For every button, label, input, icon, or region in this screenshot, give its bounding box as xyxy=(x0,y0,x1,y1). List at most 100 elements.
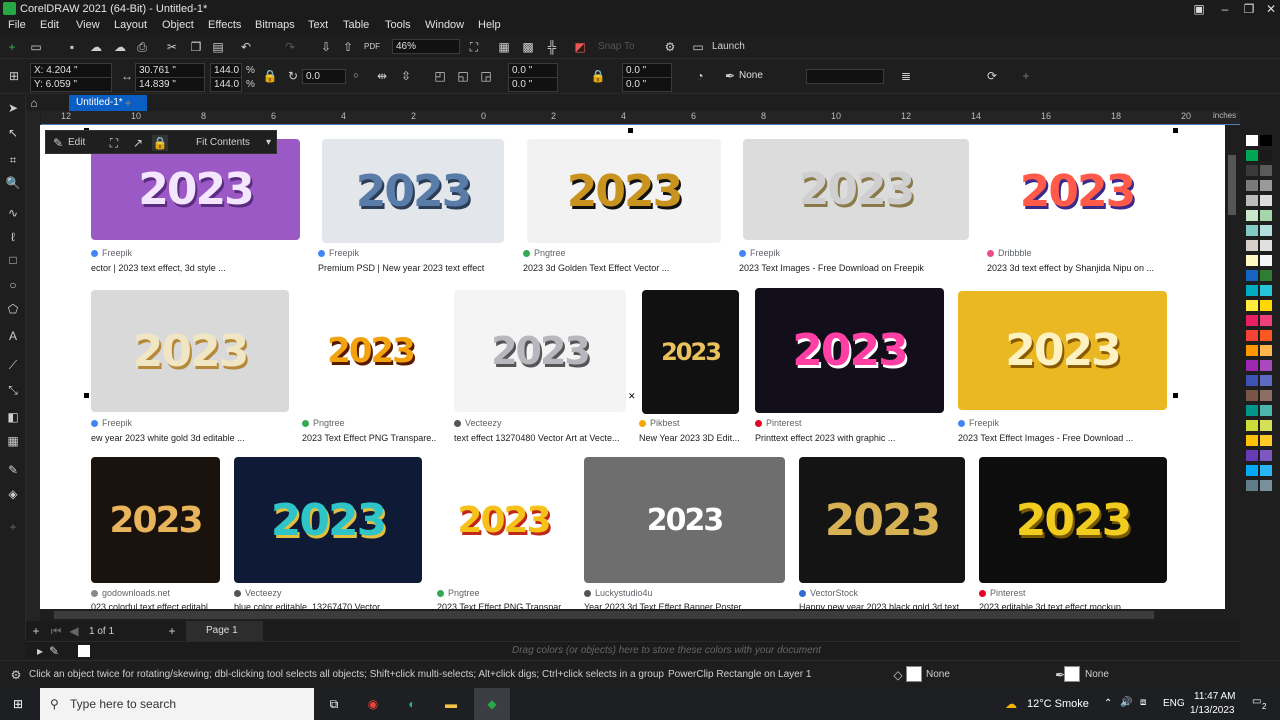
color-swatch[interactable] xyxy=(1260,180,1272,191)
result-source[interactable]: godownloads.net xyxy=(91,588,170,598)
network-icon[interactable]: ⧈ xyxy=(1140,697,1146,708)
result-caption[interactable]: ew year 2023 white gold 3d editable ... xyxy=(91,433,281,443)
paste-icon[interactable]: ▤ xyxy=(210,39,226,55)
extract-content-icon[interactable]: ⛶ xyxy=(106,135,122,151)
customize-toolbox-icon[interactable]: + xyxy=(5,519,21,535)
color-swatch[interactable] xyxy=(1260,270,1272,281)
color-swatch[interactable] xyxy=(1260,480,1272,491)
color-swatch[interactable] xyxy=(1246,285,1258,296)
result-caption[interactable]: Premium PSD | New year 2023 text effect xyxy=(318,263,508,273)
color-swatch[interactable] xyxy=(1260,345,1272,356)
color-swatch[interactable] xyxy=(1260,420,1272,431)
menu-tools[interactable]: Tools xyxy=(385,19,411,31)
color-swatch[interactable] xyxy=(1260,405,1272,416)
drawing-canvas[interactable]: 2023 2023 2023 2023 2023 Freepik ector |… xyxy=(40,125,1225,610)
vertical-scrollbar[interactable] xyxy=(1225,125,1239,610)
export-icon[interactable]: ⇧ xyxy=(340,39,356,55)
new-tab-icon[interactable]: + xyxy=(120,95,136,111)
color-swatch[interactable] xyxy=(1246,180,1258,191)
scale-x-field[interactable]: 144.0 xyxy=(210,63,242,78)
result-image[interactable]: 2023 xyxy=(437,457,570,583)
grid-icon[interactable]: ▩ xyxy=(520,39,536,55)
zoom-level-select[interactable]: 46% xyxy=(392,39,460,54)
lock-ratio-icon[interactable]: 🔒 xyxy=(262,68,278,84)
copy-icon[interactable]: ❐ xyxy=(188,39,204,55)
result-image[interactable]: 2023 xyxy=(322,139,504,243)
color-swatch[interactable] xyxy=(1246,300,1258,311)
color-swatch[interactable] xyxy=(1246,360,1258,371)
selection-handle[interactable] xyxy=(1173,393,1178,398)
cut-icon[interactable]: ✂ xyxy=(164,39,180,55)
result-source[interactable]: Pngtree xyxy=(523,248,566,258)
menu-layout[interactable]: Layout xyxy=(114,19,147,31)
x-position-field[interactable]: X: 4.204 " xyxy=(30,63,112,78)
rulers-icon[interactable]: ▦ xyxy=(496,39,512,55)
color-swatch[interactable] xyxy=(1260,450,1272,461)
result-image[interactable]: 2023 xyxy=(91,457,220,583)
ellipse-tool-icon[interactable]: ○ xyxy=(5,277,21,293)
result-source[interactable]: Freepik xyxy=(958,418,999,428)
result-source[interactable]: Dribbble xyxy=(987,248,1032,258)
color-swatch[interactable] xyxy=(1260,465,1272,476)
launch-dropdown[interactable]: Launch xyxy=(712,41,745,52)
result-caption[interactable]: 2023 Text Images - Free Download on Free… xyxy=(739,263,954,273)
color-swatch[interactable] xyxy=(1260,360,1272,371)
minimize-button[interactable]: – xyxy=(1212,0,1238,18)
result-image[interactable]: 2023 xyxy=(302,290,439,412)
result-caption[interactable]: New Year 2023 3D Edit... xyxy=(639,433,744,443)
color-swatch[interactable] xyxy=(1260,375,1272,386)
fit-contents-dropdown[interactable]: Fit Contents xyxy=(196,137,250,148)
color-swatch[interactable] xyxy=(1246,195,1258,206)
color-swatch[interactable] xyxy=(1260,285,1272,296)
horizontal-scrollbar[interactable] xyxy=(40,609,1225,621)
parallel-dimension-icon[interactable]: ⟋ xyxy=(5,357,21,373)
result-caption[interactable]: Printtext effect 2023 with graphic ... xyxy=(755,433,945,443)
color-swatch[interactable] xyxy=(1246,405,1258,416)
result-source[interactable]: Pikbest xyxy=(639,418,680,428)
scale-y-field[interactable]: 144.0 xyxy=(210,77,242,92)
line-style-select[interactable] xyxy=(806,69,884,84)
result-image[interactable]: 2023 xyxy=(799,457,965,583)
zoom-tool-icon[interactable]: 🔍 xyxy=(5,175,21,191)
corner-radius-top-right[interactable]: 0.0 " xyxy=(622,63,672,78)
menu-effects[interactable]: Effects xyxy=(208,19,241,31)
volume-icon[interactable]: 🔊 xyxy=(1120,697,1132,708)
color-swatch[interactable] xyxy=(1246,255,1258,266)
menu-object[interactable]: Object xyxy=(162,19,194,31)
menu-bitmaps[interactable]: Bitmaps xyxy=(255,19,295,31)
menu-view[interactable]: View xyxy=(76,19,100,31)
crop-tool-icon[interactable]: ⌗ xyxy=(5,152,21,168)
guidelines-icon[interactable]: ╬ xyxy=(544,39,560,55)
result-image[interactable]: 2023 xyxy=(642,290,739,414)
windows-start-icon[interactable]: ⊞ xyxy=(10,696,26,712)
color-swatch[interactable] xyxy=(1246,270,1258,281)
color-swatch[interactable] xyxy=(1260,315,1272,326)
rectangle-tool-icon[interactable]: □ xyxy=(5,252,21,268)
result-image[interactable]: 2023 xyxy=(91,290,289,412)
result-image[interactable]: 2023 xyxy=(91,139,300,240)
result-source[interactable]: Freepik xyxy=(91,248,132,258)
result-image[interactable]: 2023 xyxy=(755,288,944,413)
home-icon[interactable]: ⌂ xyxy=(26,95,42,111)
color-swatch[interactable] xyxy=(1260,150,1272,161)
full-screen-icon[interactable]: ⛶ xyxy=(466,39,482,55)
color-swatch[interactable] xyxy=(1260,240,1272,251)
result-source[interactable]: Freepik xyxy=(91,418,132,428)
lock-corners-icon[interactable]: 🔒 xyxy=(590,68,606,84)
add-page-end-icon[interactable]: + xyxy=(164,623,180,639)
round-corner-icon[interactable]: ◰ xyxy=(432,68,448,84)
options-gear-icon[interactable]: ⚙ xyxy=(662,39,678,55)
height-field[interactable]: 14.839 " xyxy=(135,77,205,92)
menu-file[interactable]: File xyxy=(8,19,26,31)
corner-radius-top-left[interactable]: 0.0 " xyxy=(508,63,558,78)
mirror-vertical-icon[interactable]: ⇳ xyxy=(398,68,414,84)
result-source[interactable]: Pinterest xyxy=(755,418,802,428)
selection-handle[interactable] xyxy=(1173,128,1178,133)
drop-shadow-icon[interactable]: ◧ xyxy=(5,409,21,425)
color-swatch[interactable] xyxy=(1260,165,1272,176)
text-tool-icon[interactable]: A xyxy=(5,328,21,344)
scalloped-corner-icon[interactable]: ◱ xyxy=(455,68,471,84)
new-document-icon[interactable]: + xyxy=(4,39,20,55)
convert-curves-icon[interactable]: ⟳ xyxy=(984,68,1000,84)
result-caption[interactable]: 2023 Text Effect Images - Free Download … xyxy=(958,433,1158,443)
